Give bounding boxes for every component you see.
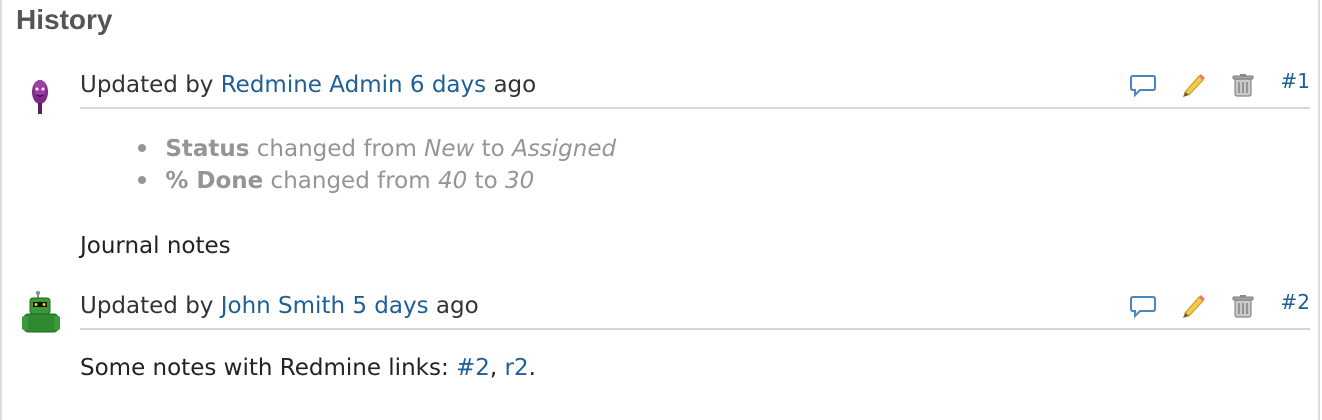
age-link[interactable]: 5 days bbox=[352, 293, 428, 319]
issue-link[interactable]: #2 bbox=[456, 355, 490, 381]
history-title: History bbox=[16, 4, 113, 35]
detail-to: to bbox=[474, 168, 498, 194]
detail-new-value: Assigned bbox=[512, 136, 617, 162]
edit-icon[interactable] bbox=[1179, 71, 1207, 99]
detail-new-value: 30 bbox=[504, 168, 535, 194]
journal-actions-1: #1 bbox=[1107, 67, 1310, 103]
detail-changed: changed from bbox=[270, 168, 431, 194]
journal-header-1: Updated by Redmine Admin 6 days ago #1 bbox=[80, 67, 1310, 109]
detail-field: Status bbox=[165, 136, 250, 162]
journal-meta-2: Updated by John Smith 5 days ago bbox=[80, 293, 479, 319]
avatar-john-smith bbox=[22, 291, 60, 333]
journal-notes-1: Journal notes bbox=[80, 233, 231, 259]
journal-number-link[interactable]: #2 bbox=[1281, 290, 1310, 314]
quote-icon[interactable] bbox=[1129, 71, 1157, 99]
journal-header-2: Updated by John Smith 5 days ago #2 bbox=[80, 288, 1310, 330]
delete-icon[interactable] bbox=[1229, 71, 1257, 99]
journal-details-1: Status changed from New to Assigned % Do… bbox=[138, 133, 616, 197]
detail-to: to bbox=[481, 136, 505, 162]
age-suffix: ago bbox=[435, 293, 479, 319]
journal-actions-2: #2 bbox=[1107, 288, 1310, 324]
updated-by-label: Updated by bbox=[80, 72, 214, 98]
history-panel: History Updated by Redmine Admin 6 days … bbox=[0, 0, 1320, 420]
detail-item: % Done changed from 40 to 30 bbox=[138, 165, 616, 197]
quote-icon[interactable] bbox=[1129, 292, 1157, 320]
detail-old-value: 40 bbox=[437, 168, 468, 194]
updated-by-label: Updated by bbox=[80, 293, 214, 319]
avatar-redmine-admin bbox=[32, 80, 48, 114]
detail-old-value: New bbox=[424, 136, 475, 162]
journal-number-link[interactable]: #1 bbox=[1281, 69, 1310, 93]
delete-icon[interactable] bbox=[1229, 292, 1257, 320]
author-link[interactable]: Redmine Admin bbox=[221, 72, 403, 98]
age-suffix: ago bbox=[493, 72, 537, 98]
detail-changed: changed from bbox=[256, 136, 417, 162]
author-link[interactable]: John Smith bbox=[221, 293, 345, 319]
edit-icon[interactable] bbox=[1179, 292, 1207, 320]
revision-link[interactable]: r2 bbox=[505, 355, 529, 381]
detail-item: Status changed from New to Assigned bbox=[138, 133, 616, 165]
notes-end: . bbox=[528, 355, 536, 381]
journal-meta-1: Updated by Redmine Admin 6 days ago bbox=[80, 72, 536, 98]
age-link[interactable]: 6 days bbox=[410, 72, 486, 98]
journal-notes-2: Some notes with Redmine links: #2, r2. bbox=[80, 355, 536, 381]
notes-text: Some notes with Redmine links: bbox=[80, 355, 449, 381]
notes-separator: , bbox=[489, 355, 498, 381]
detail-field: % Done bbox=[165, 168, 264, 194]
